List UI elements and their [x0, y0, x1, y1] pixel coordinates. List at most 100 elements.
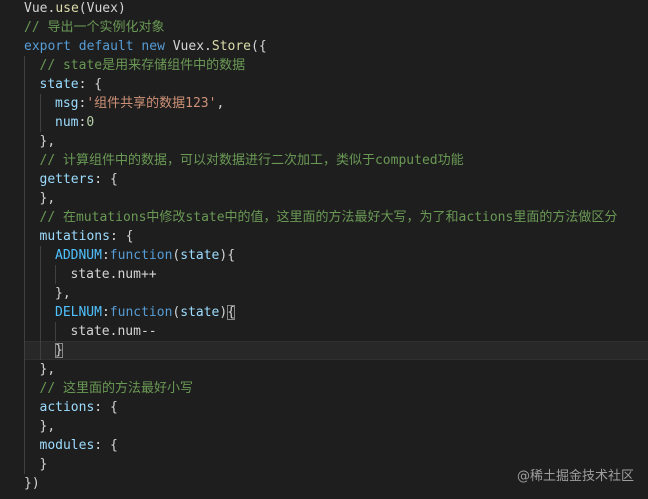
- code-line: modules: {: [0, 436, 648, 455]
- indent-guide: [24, 246, 25, 265]
- code-text: // 导出一个实例化对象: [24, 18, 164, 37]
- code-token: getters: [39, 172, 95, 187]
- code-token: // 导出一个实例化对象: [24, 20, 165, 35]
- code-token: DELNUM: [55, 305, 102, 320]
- code-token: // 在mutations中修改state中的值，这里面的方法最好大写，为了和a…: [39, 210, 618, 225]
- code-token: '组件共享的数据123': [86, 96, 217, 111]
- indent-guide: [24, 284, 25, 303]
- indent-guide: [40, 246, 41, 265]
- matching-bracket: }: [55, 343, 63, 358]
- code-editor[interactable]: Vue.use(Vuex)// 导出一个实例化对象 export default …: [0, 0, 648, 499]
- code-token: new: [141, 39, 165, 54]
- code-token: use: [55, 1, 79, 16]
- code-text: actions: {: [40, 398, 118, 417]
- code-token: : {: [94, 400, 118, 415]
- code-token: mutations: [39, 229, 110, 244]
- indent-guide: [24, 379, 25, 398]
- code-text: msg:'组件共享的数据123',: [55, 94, 224, 113]
- indent-guide: [55, 265, 56, 284]
- code-text: }): [24, 474, 40, 493]
- code-text: ADDNUM:function(state){: [55, 246, 235, 265]
- code-token: (: [78, 1, 87, 16]
- code-text: },: [40, 189, 56, 208]
- code-text: getters: {: [40, 170, 118, 189]
- code-line: // 导出一个实例化对象: [0, 18, 648, 37]
- indent-guide: [24, 170, 25, 189]
- code-token: function: [109, 248, 173, 263]
- indent-guide: [40, 322, 41, 341]
- code-text: // 在mutations中修改state中的值，这里面的方法最好大写，为了和a…: [40, 208, 618, 227]
- indent-guide: [40, 284, 41, 303]
- code-token: ADDNUM: [55, 248, 102, 263]
- indent-guide: [24, 227, 25, 246]
- code-text: mutations: {: [40, 227, 134, 246]
- code-token: // 计算组件中的数据，可以对数据进行二次加工，类似于computed功能: [39, 153, 464, 168]
- code-token: ){: [219, 248, 236, 263]
- code-token: num: [117, 324, 141, 339]
- code-line: Vue.use(Vuex): [0, 0, 648, 18]
- code-text: DELNUM:function(state){: [55, 303, 236, 322]
- code-token: Vuex: [172, 39, 205, 54]
- code-line: // 这里面的方法最好小写: [0, 379, 648, 398]
- code-token: num: [117, 267, 141, 282]
- code-line: // 在mutations中修改state中的值，这里面的方法最好大写，为了和a…: [0, 208, 648, 227]
- code-line: },: [0, 284, 648, 303]
- code-token: msg: [55, 96, 79, 111]
- code-token: },: [39, 134, 56, 149]
- code-token: // state是用来存储组件中的数据: [39, 58, 246, 73]
- code-text: },: [40, 360, 56, 379]
- indent-guide: [24, 94, 25, 113]
- code-text: state: {: [40, 75, 103, 94]
- indent-guide: [24, 113, 25, 132]
- code-token: Vuex: [86, 1, 118, 16]
- code-line: },: [0, 360, 648, 379]
- code-line: },: [0, 189, 648, 208]
- indent-guide: [24, 56, 25, 75]
- code-text: },: [55, 284, 71, 303]
- indent-guide: [24, 189, 25, 208]
- code-token: },: [39, 362, 56, 377]
- code-text: // 这里面的方法最好小写: [40, 379, 193, 398]
- code-token: },: [39, 419, 56, 434]
- code-text: // state是用来存储组件中的数据: [40, 56, 246, 75]
- code-text: modules: {: [40, 436, 118, 455]
- code-token: ++: [140, 267, 157, 282]
- indent-guide: [24, 398, 25, 417]
- code-token: }: [39, 457, 48, 472]
- code-token: 0: [86, 115, 95, 130]
- code-text: },: [40, 417, 56, 436]
- watermark: @稀土掘金技术社区: [516, 469, 634, 484]
- code-line: }: [0, 341, 648, 360]
- code-text: num:0: [55, 113, 94, 132]
- code-line: },: [0, 417, 648, 436]
- code-text: }: [40, 455, 48, 474]
- code-text: },: [40, 132, 56, 151]
- code-token: function: [109, 305, 173, 320]
- code-line: state.num++: [0, 265, 648, 284]
- code-token: : {: [94, 172, 118, 187]
- code-token: actions: [39, 400, 95, 415]
- code-line: msg:'组件共享的数据123',: [0, 94, 648, 113]
- code-token: state: [70, 267, 110, 282]
- code-line: ADDNUM:function(state){: [0, 246, 648, 265]
- code-token: Vue: [24, 1, 48, 16]
- code-token: ): [117, 1, 126, 16]
- indent-guide: [24, 151, 25, 170]
- indent-guide: [24, 132, 25, 151]
- indent-guide: [24, 322, 25, 341]
- code-text: state.num++: [71, 265, 157, 284]
- code-text: export default new Vuex.Store({: [24, 37, 267, 56]
- code-token: state: [180, 248, 220, 263]
- code-line: export default new Vuex.Store({: [0, 37, 648, 56]
- code-token: }): [24, 476, 40, 491]
- code-line: getters: {: [0, 170, 648, 189]
- code-line: DELNUM:function(state){: [0, 303, 648, 322]
- code-token: state: [70, 324, 110, 339]
- code-token: .: [204, 39, 212, 54]
- code-line: num:0: [0, 113, 648, 132]
- code-token: Store: [211, 39, 252, 54]
- code-token: export: [24, 39, 71, 54]
- indent-guide: [40, 265, 41, 284]
